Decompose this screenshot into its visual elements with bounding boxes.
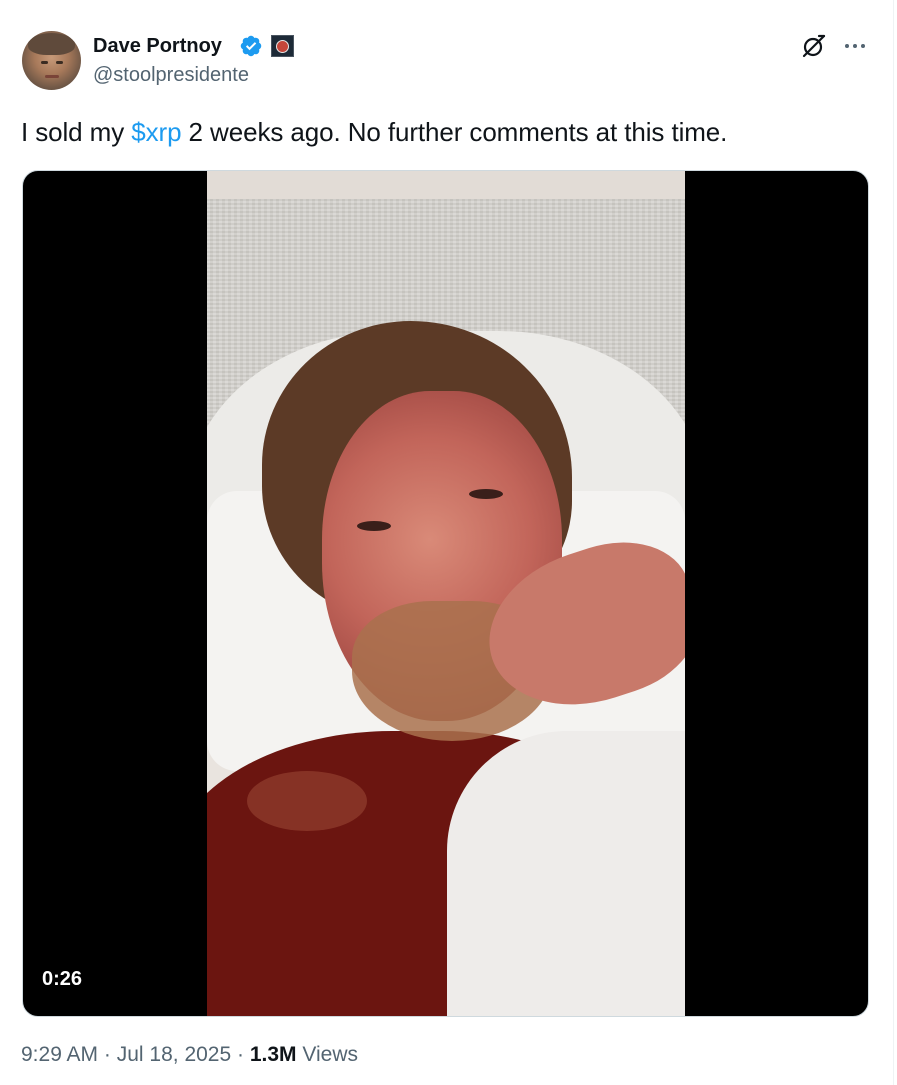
video-scene-eye — [469, 489, 503, 499]
verified-badge-icon[interactable] — [239, 34, 263, 58]
more-options-icon[interactable] — [842, 33, 868, 59]
views-count[interactable]: 1.3M — [250, 1043, 297, 1066]
tweet-time[interactable]: 9:29 AM — [21, 1043, 98, 1066]
meta-separator: · — [231, 1043, 250, 1066]
avatar-mouth — [45, 75, 59, 78]
views-label: Views — [296, 1043, 359, 1066]
tweet-text: I sold my $xrp 2 weeks ago. No further c… — [21, 116, 727, 148]
video-frame[interactable] — [207, 171, 685, 1016]
avatar-eye — [41, 61, 48, 64]
video-scene-sheet — [447, 731, 685, 1016]
meta-separator: · — [98, 1043, 117, 1066]
cashtag-link[interactable]: $xrp — [131, 117, 181, 147]
avatar[interactable] — [22, 31, 81, 90]
affiliate-badge-icon[interactable] — [271, 35, 294, 57]
author-display-name[interactable]: Dave Portnoy — [93, 34, 222, 58]
timeline-border — [893, 0, 894, 1085]
grok-icon[interactable] — [801, 33, 827, 59]
tweet-meta: 9:29 AM · Jul 18, 2025 · 1.3M Views — [21, 1042, 358, 1068]
tweet-text-part: I sold my — [21, 117, 132, 147]
video-scene-eye — [357, 521, 391, 531]
tweet-text-part: 2 weeks ago. No further comments at this… — [181, 117, 728, 147]
video-scene-shirt-highlight — [247, 771, 367, 831]
avatar-hair — [28, 33, 75, 55]
affiliate-badge-logo — [276, 39, 289, 53]
avatar-eye — [56, 61, 63, 64]
tweet-date[interactable]: Jul 18, 2025 — [117, 1043, 231, 1066]
author-handle[interactable]: @stoolpresidente — [93, 63, 249, 87]
video-duration: 0:26 — [42, 968, 83, 990]
video-player[interactable]: 0:26 — [22, 170, 869, 1017]
